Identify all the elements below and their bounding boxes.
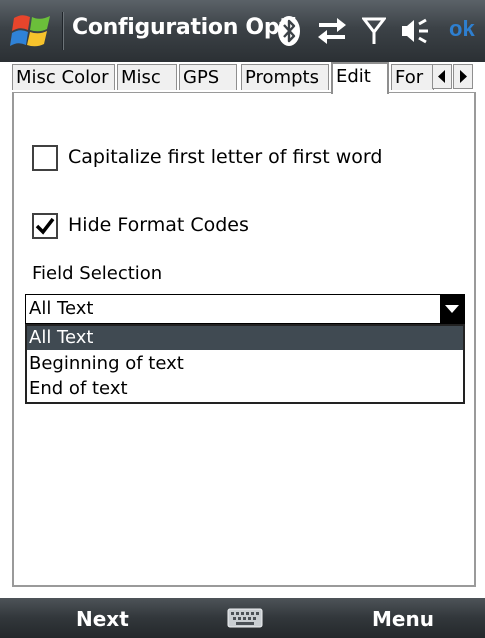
title-divider — [62, 12, 64, 50]
tab-gps[interactable]: GPS — [179, 64, 237, 90]
tab-format[interactable]: For — [391, 64, 434, 90]
bluetooth-icon[interactable] — [276, 14, 302, 48]
tab-misc[interactable]: Misc — [117, 64, 177, 90]
dropdown-option-beginning-of-text[interactable]: Beginning of text — [27, 352, 463, 376]
windows-start-icon[interactable] — [10, 10, 54, 52]
arrow-right-icon — [460, 70, 467, 83]
next-softkey[interactable]: Next — [76, 607, 129, 631]
field-selection-combobox[interactable]: All Text — [25, 294, 465, 324]
signal-icon[interactable] — [362, 14, 386, 48]
field-selection-label: Field Selection — [32, 263, 163, 284]
hide-format-codes-label[interactable]: Hide Format Codes — [68, 214, 249, 236]
tab-misc-color[interactable]: Misc Color — [12, 64, 115, 90]
dropdown-arrow-button[interactable] — [440, 295, 464, 323]
softkey-bar: Next Menu — [0, 598, 485, 638]
hide-format-codes-checkbox[interactable] — [32, 213, 58, 239]
chevron-down-icon — [445, 305, 459, 313]
capitalize-checkbox[interactable] — [32, 145, 58, 171]
edit-tab-panel: Capitalize first letter of first word Hi… — [12, 93, 476, 587]
tab-scroll-right-button[interactable] — [453, 64, 473, 89]
volume-icon[interactable] — [400, 14, 432, 48]
capitalize-label[interactable]: Capitalize first letter of first word — [68, 146, 382, 168]
dropdown-option-end-of-text[interactable]: End of text — [27, 377, 463, 401]
tab-scroll-left-button[interactable] — [432, 64, 452, 89]
ok-button[interactable]: ok — [449, 16, 475, 42]
sync-icon[interactable] — [315, 14, 349, 48]
tab-strip: Misc Color Misc GPS Prompts Edit For — [12, 62, 476, 94]
dropdown-option-all-text[interactable]: All Text — [27, 326, 463, 350]
field-selection-dropdown-list: All Text Beginning of text End of text — [25, 324, 465, 404]
title-bar: Configuration Opti ok — [0, 0, 485, 62]
checkmark-icon — [35, 217, 55, 235]
window-title: Configuration Opti — [72, 15, 297, 40]
keyboard-icon[interactable] — [227, 607, 263, 629]
tab-edit[interactable]: Edit — [331, 62, 389, 94]
arrow-left-icon — [438, 70, 445, 83]
menu-softkey[interactable]: Menu — [372, 607, 434, 631]
tab-prompts[interactable]: Prompts — [241, 64, 329, 90]
field-selection-value: All Text — [29, 298, 94, 319]
